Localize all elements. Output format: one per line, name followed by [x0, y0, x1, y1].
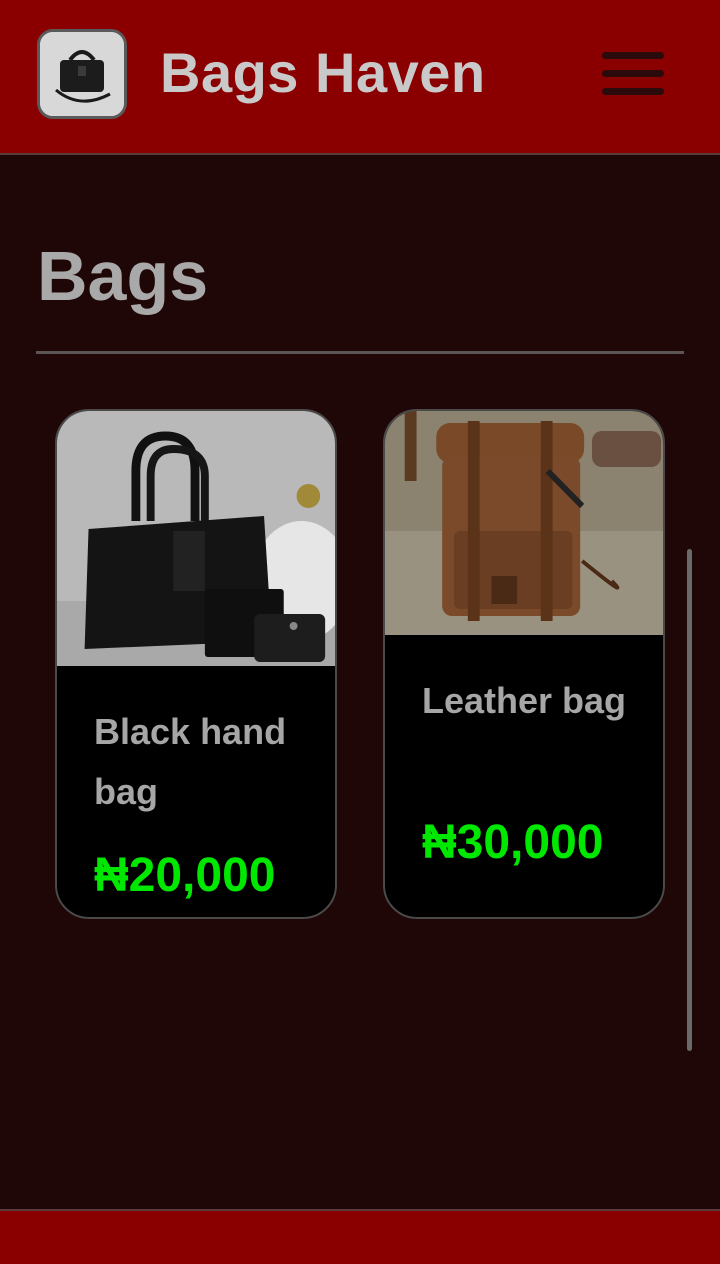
- product-card-black-hand-bag[interactable]: Black hand bag ₦20,000: [55, 409, 337, 919]
- app-footer: [0, 1209, 720, 1264]
- brand-title[interactable]: Bags Haven: [160, 40, 486, 105]
- leather-backpack-photo[interactable]: [385, 411, 663, 635]
- handbag-logo-icon[interactable]: [37, 29, 127, 119]
- product-card-leather-bag[interactable]: Leather bag ₦30,000: [383, 409, 665, 919]
- product-price: ₦20,000: [94, 849, 276, 902]
- page-title: Bags: [37, 237, 209, 315]
- vertical-scrollbar[interactable]: [687, 549, 692, 1051]
- app-header: Bags Haven: [0, 0, 720, 155]
- divider: [36, 351, 684, 354]
- product-price: ₦30,000: [422, 816, 604, 869]
- product-name[interactable]: Leather bag: [422, 671, 652, 731]
- product-name[interactable]: Black hand bag: [94, 702, 324, 822]
- hamburger-menu-icon[interactable]: [600, 50, 666, 98]
- black-handbag-photo[interactable]: [57, 411, 335, 666]
